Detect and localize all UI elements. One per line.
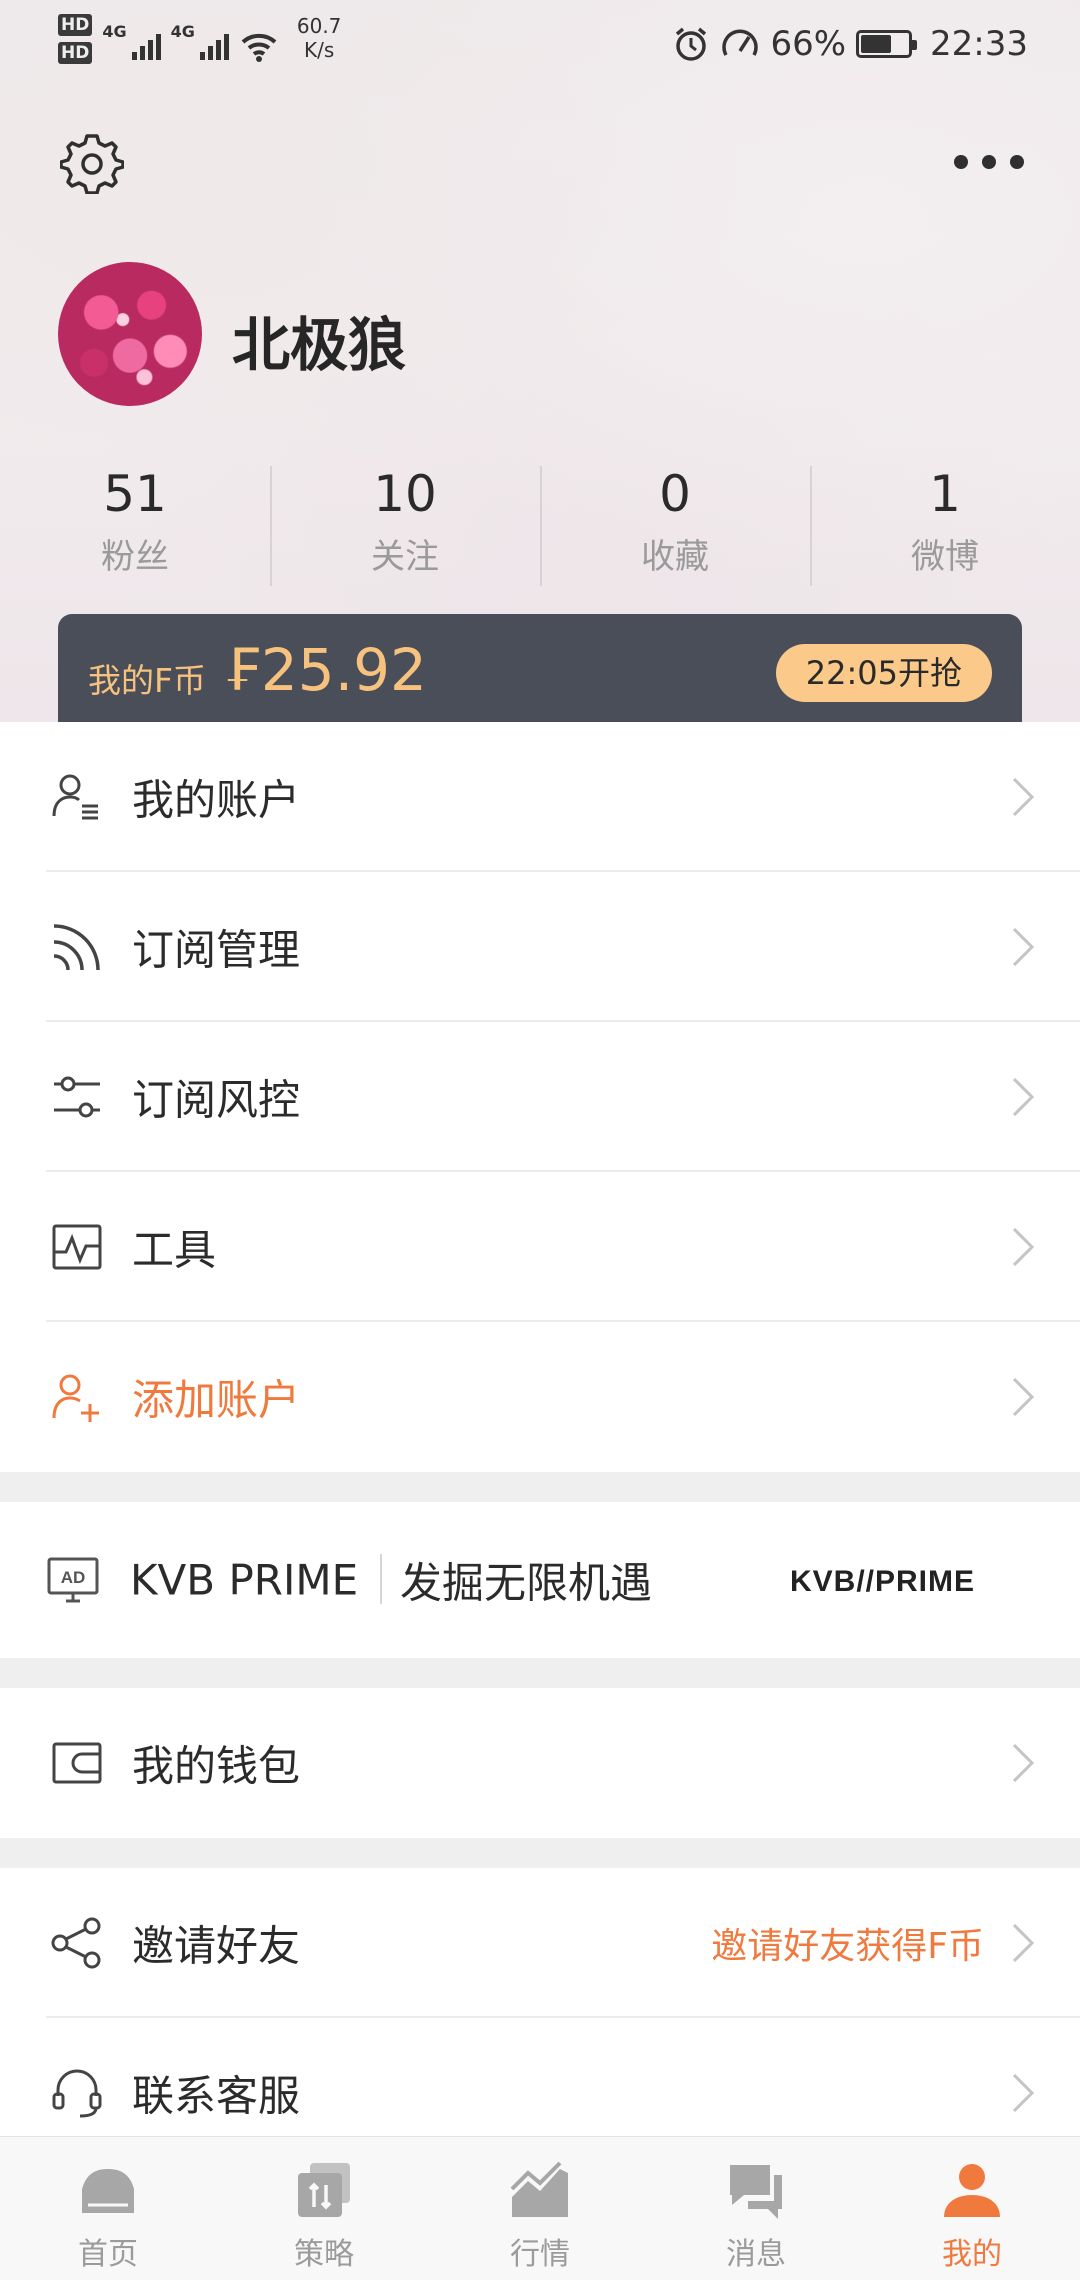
stat-value: 10 xyxy=(373,465,437,523)
menu-item-invite-friends[interactable]: 邀请好友 邀请好友获得F币 xyxy=(0,1868,1080,2018)
menu-label: 工具 xyxy=(132,1225,217,1275)
stat-fans[interactable]: 51 粉丝 xyxy=(0,456,270,592)
coin-grab-button[interactable]: 22:05开抢 xyxy=(775,644,992,702)
wifi-icon xyxy=(241,33,277,62)
more-dots-icon[interactable] xyxy=(954,140,1024,184)
chevron-right-icon xyxy=(1012,1377,1035,1417)
tab-profile[interactable]: 我的 xyxy=(864,2137,1080,2280)
svg-text:AD: AD xyxy=(61,1568,86,1587)
tab-label: 首页 xyxy=(78,2237,138,2272)
tab-label: 我的 xyxy=(942,2237,1002,2272)
stat-value: 51 xyxy=(103,465,167,523)
section-divider xyxy=(0,1658,1080,1688)
gear-icon[interactable] xyxy=(60,130,124,194)
stat-following[interactable]: 10 关注 xyxy=(270,456,540,592)
profile-stats: 51 粉丝 10 关注 0 收藏 1 微博 xyxy=(0,456,1080,592)
tab-messages[interactable]: 消息 xyxy=(648,2137,864,2280)
chevron-right-icon xyxy=(1012,1923,1035,1963)
chevron-right-icon xyxy=(1012,2073,1035,2113)
status-bar: HD HD 4G 4G 60.7 K/s 66% 22:33 xyxy=(0,0,1080,92)
wallet-icon xyxy=(52,1742,102,1784)
username[interactable]: 北极狼 xyxy=(232,298,406,382)
strategy-icon xyxy=(298,2163,350,2217)
stat-label: 微博 xyxy=(911,537,979,577)
chevron-right-icon xyxy=(1012,927,1035,967)
section-divider xyxy=(0,1838,1080,1868)
rss-icon xyxy=(53,924,100,971)
hd-badge-1: HD xyxy=(58,14,93,36)
ad-banner-kvb[interactable]: AD KVB PRIME 发掘无限机遇 KVB//PRIME xyxy=(0,1502,1080,1658)
stat-value: 0 xyxy=(659,465,691,523)
menu-label: 联系客服 xyxy=(132,2071,301,2121)
sliders-icon xyxy=(54,1076,100,1118)
tab-label: 消息 xyxy=(726,2237,786,2272)
signal-icon: 4G xyxy=(102,14,161,60)
menu-item-tools[interactable]: 工具 xyxy=(0,1172,1080,1322)
stat-weibo[interactable]: 1 微博 xyxy=(810,456,1080,592)
network-speed: 60.7 K/s xyxy=(296,14,342,62)
stat-value: 1 xyxy=(929,465,961,523)
market-chart-icon xyxy=(510,2161,568,2217)
bottom-tab-bar: 首页 策略 行情 消息 我的 xyxy=(0,2136,1080,2280)
menu-label: 邀请好友 xyxy=(132,1921,301,1971)
tab-label: 行情 xyxy=(510,2237,570,2272)
ad-brand: KVB PRIME xyxy=(130,1555,359,1605)
stat-label: 粉丝 xyxy=(101,537,169,577)
home-icon xyxy=(82,2169,134,2213)
battery-percent: 66% xyxy=(770,24,847,64)
section-divider xyxy=(0,1472,1080,1502)
add-user-icon xyxy=(52,1374,99,1422)
coin-label: 我的F币 xyxy=(88,661,206,700)
ad-separator xyxy=(380,1554,382,1604)
chevron-right-icon xyxy=(1012,1077,1035,1117)
invite-reward-text: 邀请好友获得F币 xyxy=(711,1926,984,1967)
stat-favorites[interactable]: 0 收藏 xyxy=(540,456,810,592)
menu-label: 我的钱包 xyxy=(132,1741,301,1791)
signal-icon-2: 4G xyxy=(171,14,229,60)
tab-strategy[interactable]: 策略 xyxy=(216,2137,432,2280)
share-icon xyxy=(51,1917,101,1969)
stat-label: 关注 xyxy=(371,537,439,577)
menu-list: 我的账户 订阅管理 订阅风控 工具 添加账户 AD KVB PRIME 发掘无限… xyxy=(0,722,1080,2168)
profile-icon xyxy=(944,2164,1000,2217)
coin-balance: ₣25.92 xyxy=(224,636,427,704)
speed-meter-icon xyxy=(722,29,759,56)
alarm-icon xyxy=(676,27,707,61)
headset-icon xyxy=(52,2069,102,2118)
menu-label: 订阅管理 xyxy=(132,925,301,975)
menu-label: 订阅风控 xyxy=(132,1075,301,1125)
ad-slogan: 发掘无限机遇 xyxy=(400,1558,653,1608)
hd-badge-2: HD xyxy=(58,42,93,64)
chevron-right-icon xyxy=(1012,1743,1035,1783)
menu-label: 添加账户 xyxy=(132,1375,301,1425)
account-list-icon xyxy=(52,774,98,820)
message-icon xyxy=(730,2165,782,2219)
chart-tool-icon xyxy=(52,1224,102,1270)
menu-item-subscription[interactable]: 订阅管理 xyxy=(0,872,1080,1022)
menu-item-risk-control[interactable]: 订阅风控 xyxy=(0,1022,1080,1172)
battery-icon xyxy=(856,30,918,58)
avatar[interactable] xyxy=(58,262,202,406)
ad-icon: AD xyxy=(47,1557,99,1603)
menu-label: 我的账户 xyxy=(132,775,301,825)
stat-label: 收藏 xyxy=(641,537,709,577)
chevron-right-icon xyxy=(1012,777,1035,817)
kvb-prime-logo: KVB//PRIME xyxy=(790,1565,975,1598)
tab-home[interactable]: 首页 xyxy=(0,2137,216,2280)
menu-item-wallet[interactable]: 我的钱包 xyxy=(0,1688,1080,1838)
svg-text:KVB//PRIME: KVB//PRIME xyxy=(790,1565,975,1598)
menu-item-my-account[interactable]: 我的账户 xyxy=(0,722,1080,872)
tab-label: 策略 xyxy=(294,2237,354,2272)
clock: 22:33 xyxy=(930,24,1028,64)
menu-item-add-account[interactable]: 添加账户 xyxy=(0,1322,1080,1472)
coin-card[interactable]: 我的F币 ₣25.92 22:05开抢 xyxy=(58,614,1022,724)
tab-market[interactable]: 行情 xyxy=(432,2137,648,2280)
chevron-right-icon xyxy=(1012,1227,1035,1267)
